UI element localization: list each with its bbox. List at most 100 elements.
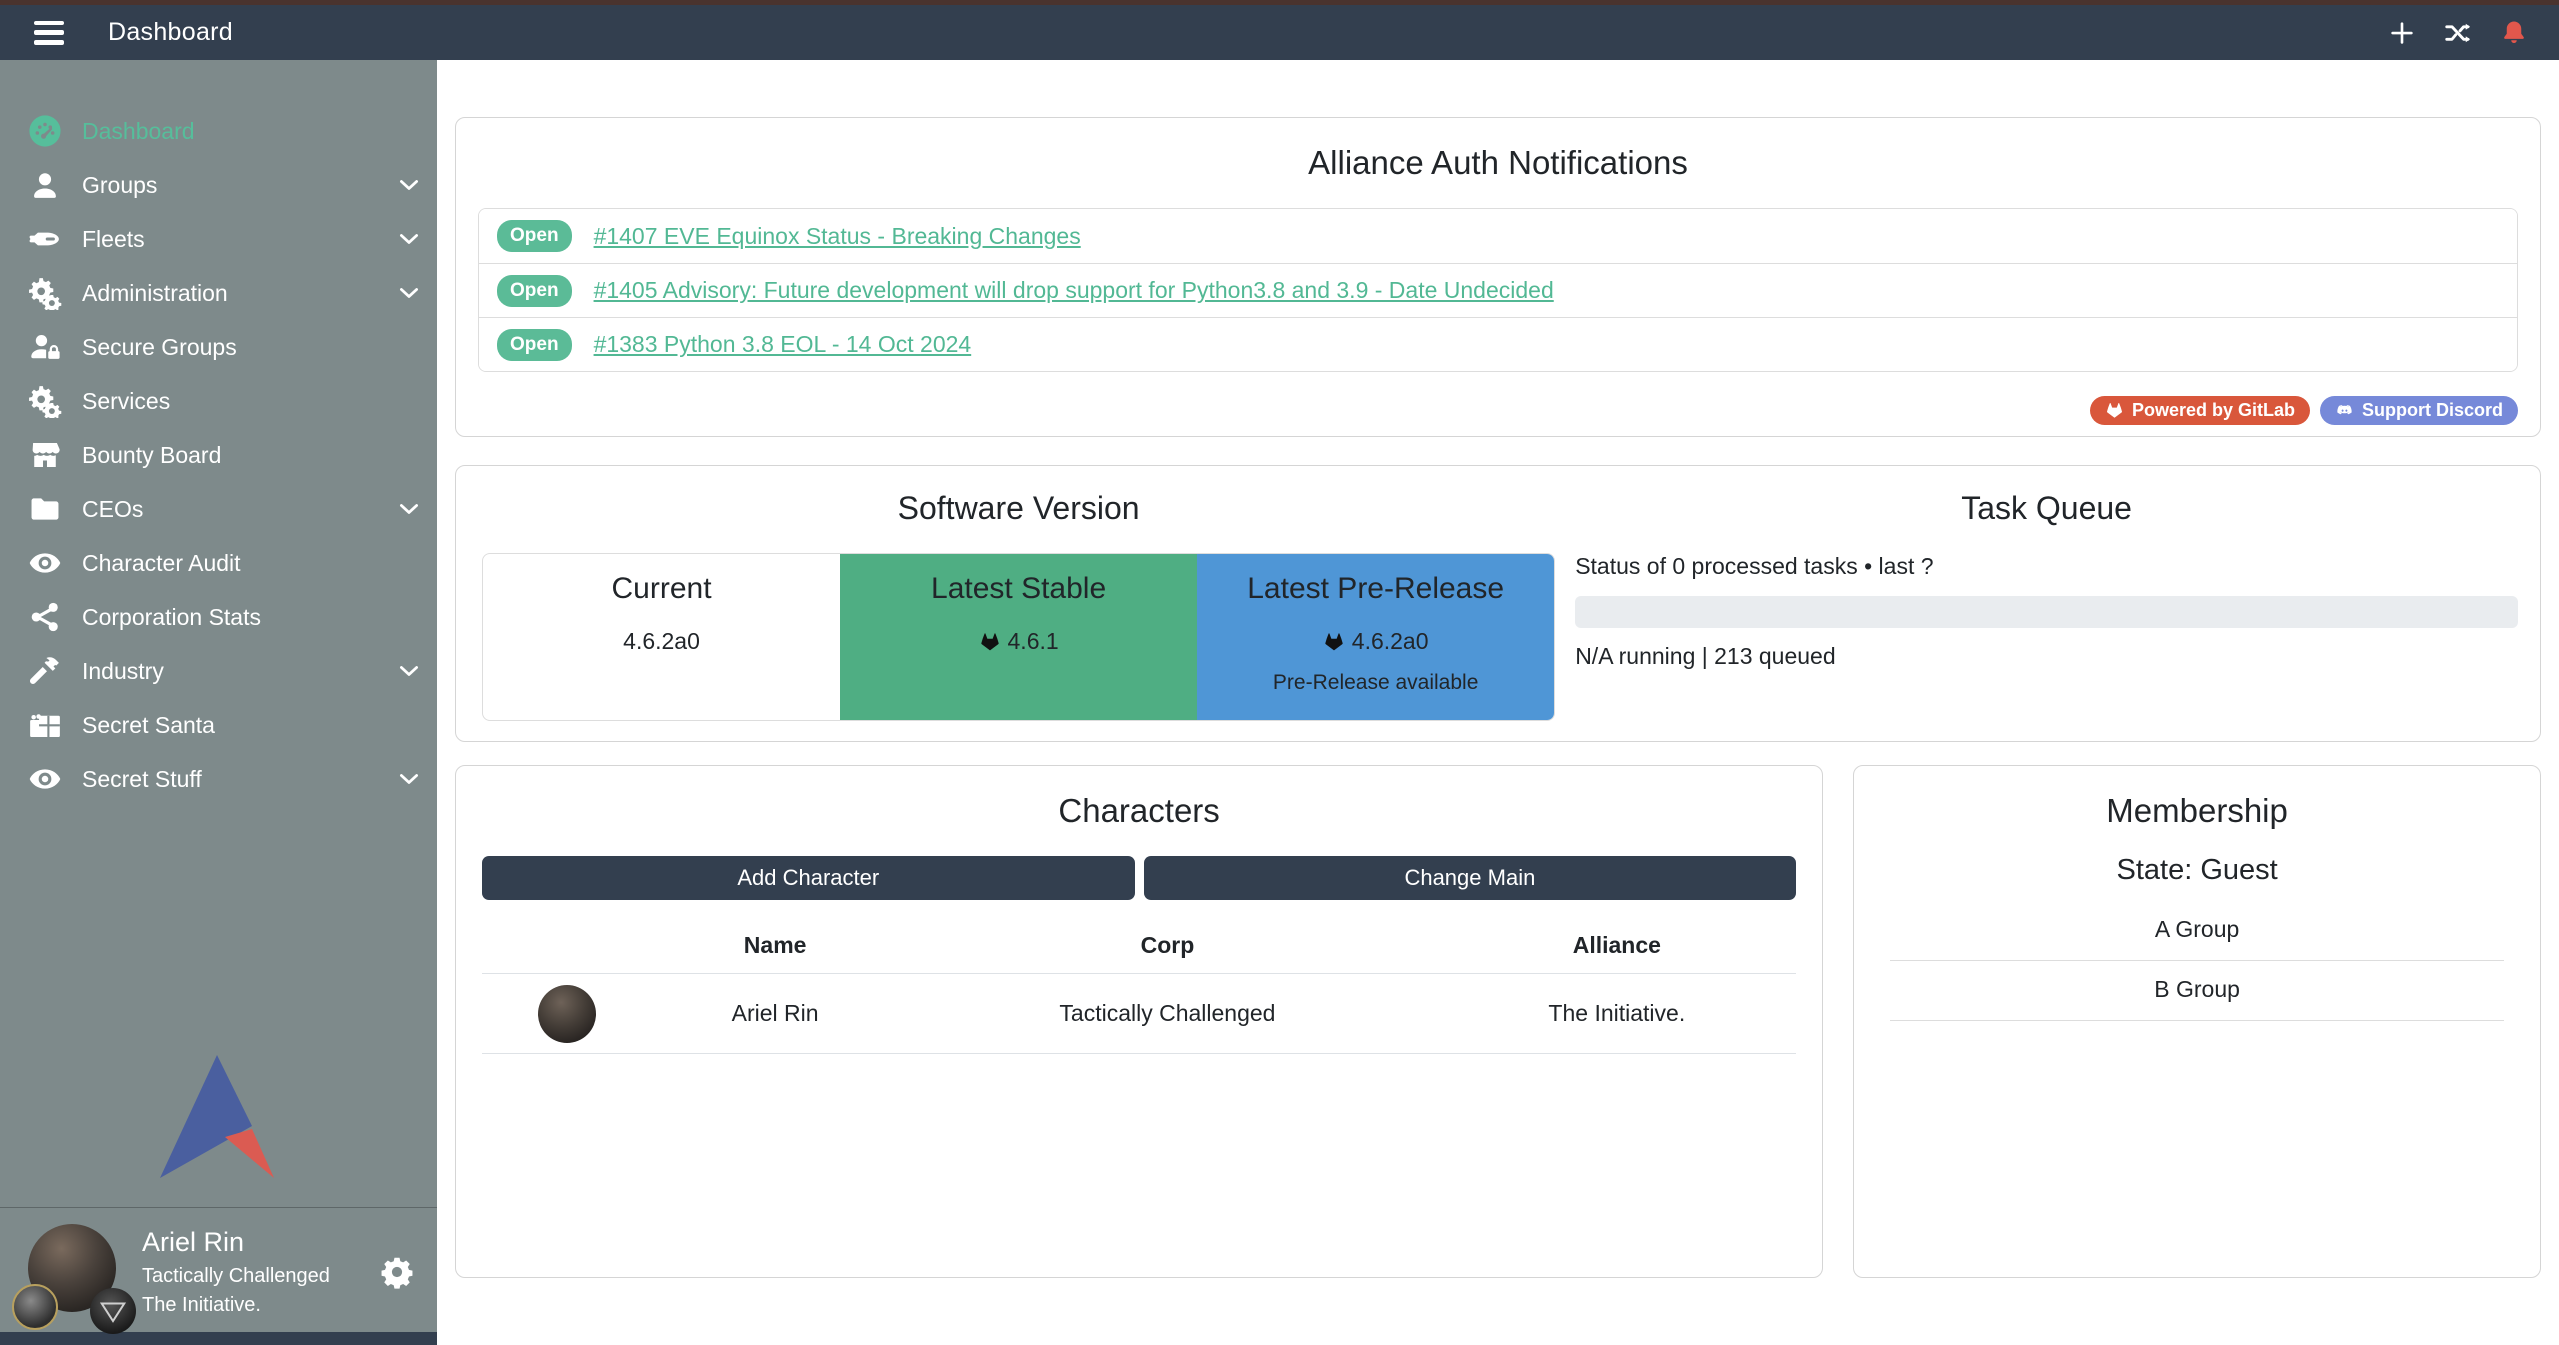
characters-panel: Characters Add Character Change Main Nam… <box>455 765 1823 1278</box>
membership-state: State: Guest <box>1876 854 2518 887</box>
user-lock-icon <box>26 328 64 366</box>
share-nodes-icon <box>26 598 64 636</box>
software-taskqueue-panel: Software Version Current 4.6.2a0 Latest … <box>455 465 2541 742</box>
task-queue-section: Task Queue Status of 0 processed tasks •… <box>1559 490 2518 717</box>
sidebar-item-corporation-stats[interactable]: Corporation Stats <box>0 590 437 644</box>
sidebar-item-label: Secure Groups <box>82 334 237 361</box>
task-queue-title: Task Queue <box>1575 490 2518 527</box>
sidebar-item-label: CEOs <box>82 496 143 523</box>
sidebar-item-dashboard[interactable]: Dashboard <box>0 104 437 158</box>
add-character-button[interactable]: Add Character <box>482 856 1135 900</box>
characters-actions: Add Character Change Main <box>482 856 1796 900</box>
version-box: Current 4.6.2a0 Latest Stable 4.6.1 Late… <box>482 553 1555 721</box>
chevron-down-icon <box>395 279 423 307</box>
gitlab-badge[interactable]: Powered by GitLab <box>2090 396 2310 425</box>
chevron-down-icon <box>395 171 423 199</box>
sidebar-item-label: Dashboard <box>82 118 195 145</box>
user-corp: Tactically Challenged <box>142 1264 330 1289</box>
avatar-column-header <box>482 920 653 974</box>
store-icon <box>26 436 64 474</box>
add-icon[interactable] <box>2387 18 2417 48</box>
characters-table-header: Name Corp Alliance <box>482 920 1796 974</box>
sidebar-item-label: Secret Santa <box>82 712 215 739</box>
notification-link[interactable]: #1407 EVE Equinox Status - Breaking Chan… <box>594 223 1081 250</box>
gitlab-icon <box>1323 631 1345 653</box>
notifications-bell-icon[interactable] <box>2499 18 2529 48</box>
sidebar-item-fleets[interactable]: Fleets <box>0 212 437 266</box>
sidebar-item-label: Administration <box>82 280 228 307</box>
notification-row: Open #1405 Advisory: Future development … <box>479 263 2517 317</box>
character-row[interactable]: Ariel Rin Tactically Challenged The Init… <box>482 974 1796 1054</box>
sidebar-item-services[interactable]: Services <box>0 374 437 428</box>
task-queue-status: Status of 0 processed tasks • last ? <box>1575 553 2518 580</box>
task-queue-summary: N/A running | 213 queued <box>1575 643 2518 670</box>
alliance-auth-logo <box>159 1055 279 1181</box>
sidebar-item-label: Fleets <box>82 226 145 253</box>
chevron-down-icon <box>395 225 423 253</box>
sidebar-item-label: Groups <box>82 172 157 199</box>
gifts-icon <box>26 706 64 744</box>
user-info: Ariel Rin Tactically Challenged The Init… <box>142 1226 330 1318</box>
notification-link[interactable]: #1405 Advisory: Future development will … <box>594 277 1554 304</box>
footer-badges: Powered by GitLab Support Discord <box>478 396 2518 425</box>
sidebar-item-bounty-board[interactable]: Bounty Board <box>0 428 437 482</box>
sidebar-item-secret-stuff[interactable]: Secret Stuff <box>0 752 437 806</box>
hamburger-menu-icon[interactable] <box>34 21 64 45</box>
sidebar-item-secret-santa[interactable]: Secret Santa <box>0 698 437 752</box>
alliance-column-header: Alliance <box>1437 920 1796 974</box>
cogs-icon <box>26 274 64 312</box>
folder-icon <box>26 490 64 528</box>
discord-badge[interactable]: Support Discord <box>2320 396 2518 425</box>
version-prerelease-value: 4.6.2a0 <box>1352 628 1429 655</box>
page-title: Dashboard <box>108 18 233 47</box>
sidebar-item-label: Secret Stuff <box>82 766 202 793</box>
sidebar-item-secure-groups[interactable]: Secure Groups <box>0 320 437 374</box>
membership-group: B Group <box>1890 961 2504 1021</box>
membership-title: Membership <box>1876 792 2518 830</box>
eye-icon <box>26 544 64 582</box>
app-root: Dashboard Dashboard Groups <box>0 0 2559 1345</box>
sidebar-item-industry[interactable]: Industry <box>0 644 437 698</box>
corp-logo-badge <box>12 1284 58 1330</box>
change-main-button[interactable]: Change Main <box>1144 856 1797 900</box>
sidebar-item-label: Industry <box>82 658 164 685</box>
sidebar-bottom-strip <box>0 1332 437 1345</box>
discord-badge-label: Support Discord <box>2362 400 2503 421</box>
characters-title: Characters <box>478 792 1800 830</box>
version-prerelease: Latest Pre-Release 4.6.2a0 Pre-Release a… <box>1197 554 1554 720</box>
user-avatar <box>14 1222 126 1322</box>
version-current: Current 4.6.2a0 <box>483 554 840 720</box>
gitlab-badge-label: Powered by GitLab <box>2132 400 2295 421</box>
shuffle-icon[interactable] <box>2443 18 2473 48</box>
chevron-down-icon <box>395 495 423 523</box>
sidebar-item-ceos[interactable]: CEOs <box>0 482 437 536</box>
sidebar-item-groups[interactable]: Groups <box>0 158 437 212</box>
notifications-title: Alliance Auth Notifications <box>478 144 2518 182</box>
navbar-actions <box>2387 18 2529 48</box>
version-stable-label: Latest Stable <box>840 572 1197 606</box>
software-version-section: Software Version Current 4.6.2a0 Latest … <box>478 490 1559 717</box>
user-icon <box>26 166 64 204</box>
gitlab-icon <box>2105 401 2124 420</box>
main-content: Alliance Auth Notifications Open #1407 E… <box>437 60 2559 1345</box>
character-name: Ariel Rin <box>653 974 898 1054</box>
sidebar-item-administration[interactable]: Administration <box>0 266 437 320</box>
gitlab-icon <box>979 631 1001 653</box>
sidebar-item-label: Character Audit <box>82 550 241 577</box>
chevron-down-icon <box>395 657 423 685</box>
sidebar-item-label: Services <box>82 388 170 415</box>
user-alliance: The Initiative. <box>142 1293 330 1318</box>
character-portrait <box>538 985 596 1043</box>
chevron-down-icon <box>395 765 423 793</box>
notification-link[interactable]: #1383 Python 3.8 EOL - 14 Oct 2024 <box>594 331 972 358</box>
corp-column-header: Corp <box>897 920 1437 974</box>
status-badge: Open <box>497 220 572 252</box>
user-settings-gear-icon[interactable] <box>379 1254 415 1290</box>
user-panel: Ariel Rin Tactically Challenged The Init… <box>0 1207 437 1332</box>
sidebar: Dashboard Groups Fleets <box>0 60 437 1345</box>
discord-icon <box>2335 401 2354 420</box>
version-current-label: Current <box>483 572 840 606</box>
sidebar-item-character-audit[interactable]: Character Audit <box>0 536 437 590</box>
sidebar-menu: Dashboard Groups Fleets <box>0 60 437 806</box>
alliance-logo-badge <box>90 1288 136 1334</box>
